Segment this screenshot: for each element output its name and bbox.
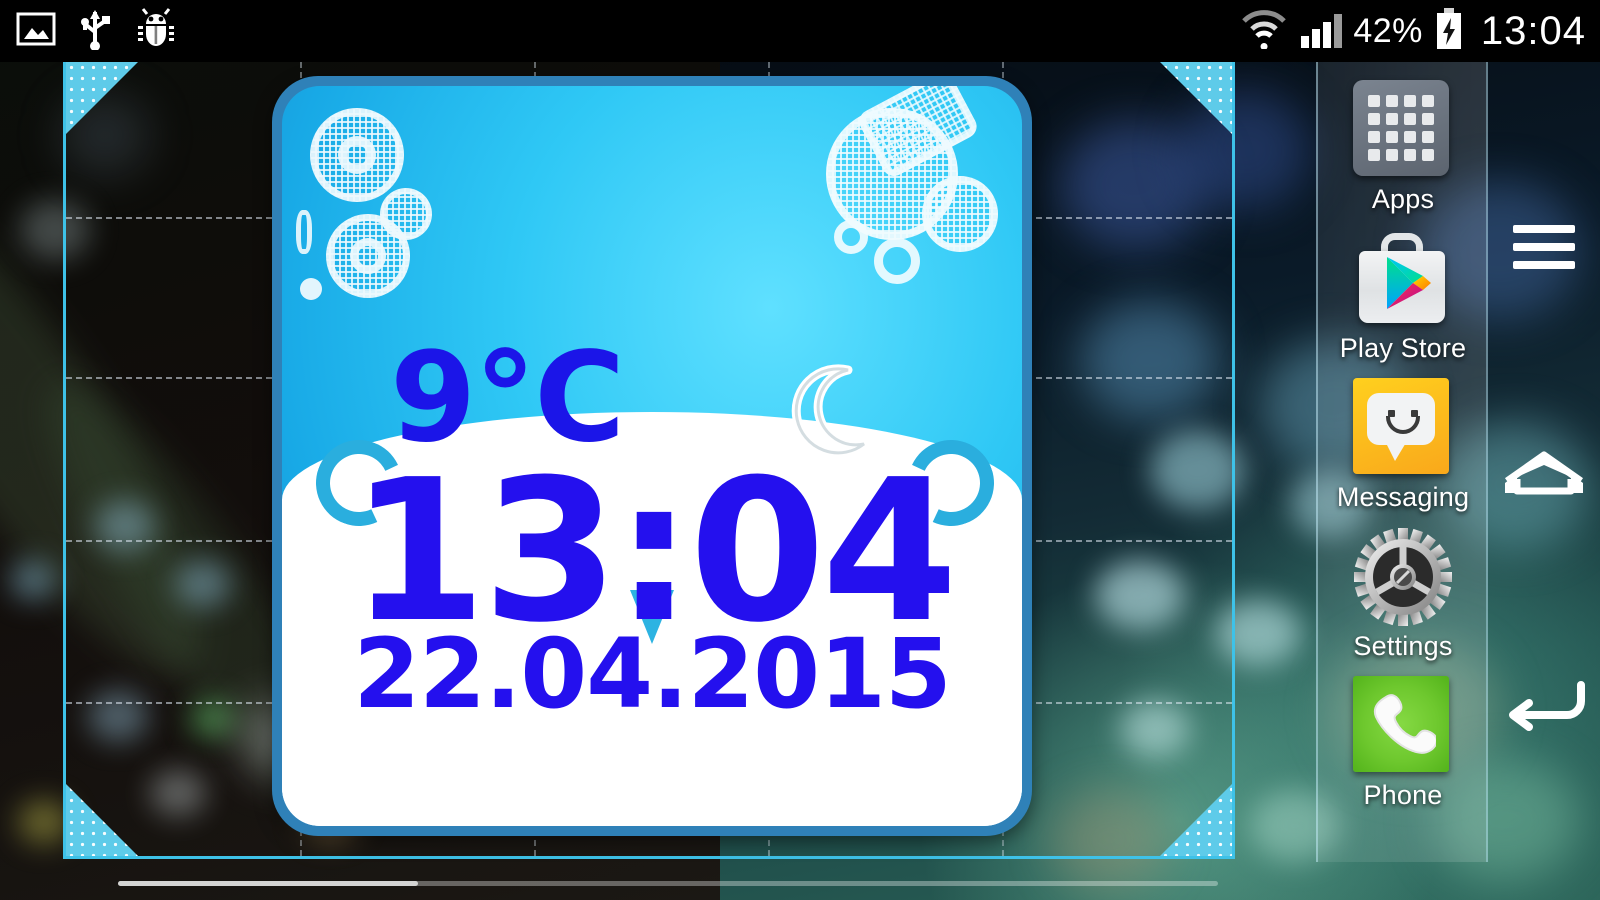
status-bar-left-icons bbox=[0, 7, 178, 55]
usb-icon bbox=[78, 8, 112, 55]
dock-item-settings[interactable]: Settings bbox=[1318, 527, 1488, 662]
nav-menu-button[interactable] bbox=[1503, 217, 1585, 277]
dock-label-settings: Settings bbox=[1353, 631, 1453, 661]
apps-grid-icon[interactable] bbox=[1353, 80, 1449, 176]
battery-percent-label: 42% bbox=[1353, 11, 1423, 50]
page-indicator-thumb bbox=[118, 881, 418, 886]
dock-item-apps[interactable]: Apps bbox=[1318, 80, 1488, 215]
dock-item-messaging[interactable]: Messaging bbox=[1318, 378, 1488, 513]
dock-label-apps: Apps bbox=[1371, 184, 1435, 214]
app-dock: Apps Play Store Messaging Settings Phone bbox=[1318, 62, 1488, 900]
status-bar-clock: 13:04 bbox=[1480, 8, 1586, 53]
signal-bars-icon bbox=[1301, 14, 1343, 48]
battery-charging-icon bbox=[1434, 7, 1464, 56]
back-icon[interactable] bbox=[1501, 675, 1587, 736]
widget-date-label: 22.04.2015 bbox=[353, 618, 951, 730]
phone-handset-icon[interactable] bbox=[1353, 676, 1449, 772]
page-indicator[interactable] bbox=[118, 881, 1218, 886]
navigation-bar bbox=[1488, 62, 1600, 900]
nav-back-button[interactable] bbox=[1503, 675, 1585, 735]
decorative-circles-left bbox=[292, 102, 482, 332]
dock-label-play-store: Play Store bbox=[1339, 333, 1467, 363]
settings-gear-icon[interactable] bbox=[1353, 527, 1453, 627]
play-store-icon[interactable] bbox=[1353, 229, 1451, 327]
home-icon[interactable] bbox=[1501, 447, 1587, 504]
dock-item-phone[interactable]: Phone bbox=[1318, 676, 1488, 811]
menu-icon[interactable] bbox=[1513, 224, 1575, 269]
decorative-circles-right bbox=[804, 86, 1014, 292]
bug-icon bbox=[134, 7, 178, 55]
nav-home-button[interactable] bbox=[1503, 446, 1585, 506]
dock-label-phone: Phone bbox=[1363, 780, 1443, 810]
home-screen: 42% 13:04 9°C 13:04 22.04.2015 Apps Play… bbox=[0, 0, 1600, 900]
wifi-icon bbox=[1238, 9, 1290, 54]
messaging-icon[interactable] bbox=[1353, 378, 1449, 474]
clock-weather-widget[interactable]: 9°C 13:04 22.04.2015 bbox=[272, 76, 1032, 836]
dock-label-messaging: Messaging bbox=[1336, 482, 1470, 512]
dock-item-play-store[interactable]: Play Store bbox=[1318, 229, 1488, 364]
screenshot-icon bbox=[16, 11, 56, 52]
status-bar[interactable]: 42% 13:04 bbox=[0, 0, 1600, 62]
status-bar-right: 42% 13:04 bbox=[1238, 7, 1600, 56]
